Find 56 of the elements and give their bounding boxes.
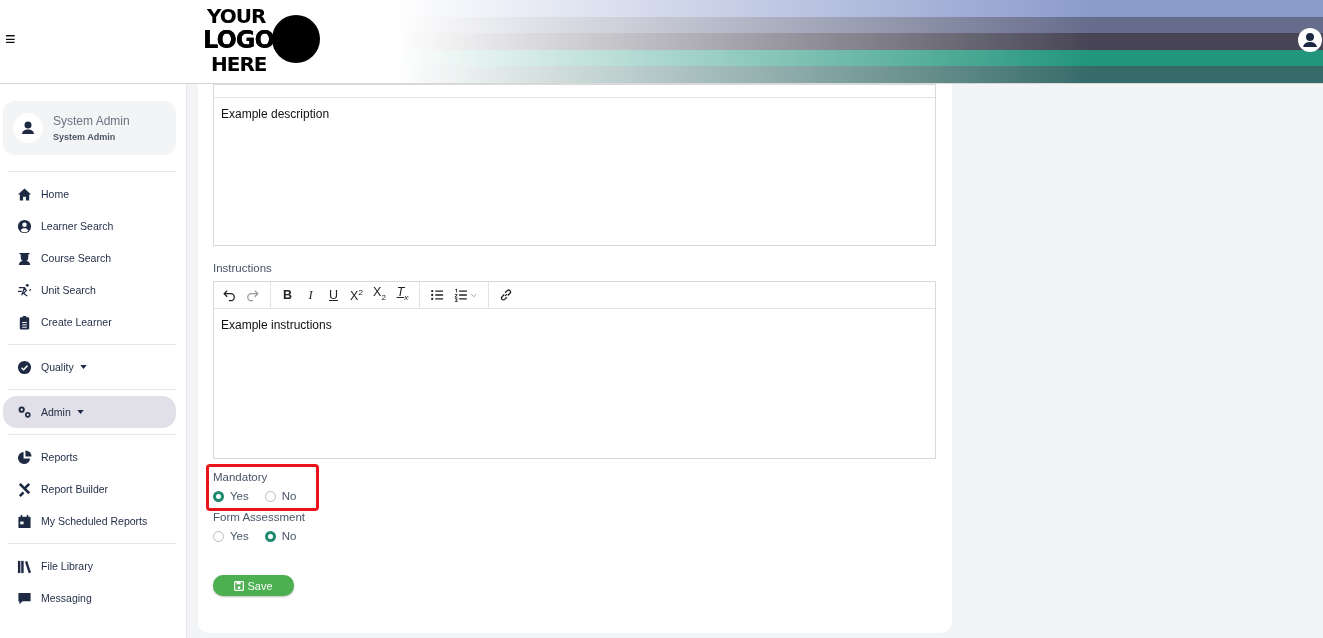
user-avatar-icon[interactable] <box>1298 28 1322 52</box>
nav-item[interactable]: Create Learner <box>3 306 176 338</box>
menu-icon[interactable]: ≡ <box>5 29 16 49</box>
nav-item[interactable]: Unit Search <box>3 274 176 306</box>
check-circle-icon <box>17 359 32 375</box>
nav-item[interactable]: My Scheduled Reports <box>3 505 176 537</box>
nav-item[interactable]: Reports <box>3 441 176 473</box>
format-button[interactable]: B <box>281 288 294 302</box>
home-icon <box>17 186 32 202</box>
radio-button[interactable] <box>264 530 276 542</box>
radio-label[interactable]: No <box>281 490 297 502</box>
logo-line: YOUR <box>207 5 266 27</box>
format-button[interactable]: U <box>327 288 340 302</box>
user-name: System Admin <box>53 114 130 128</box>
nav-item[interactable]: Messaging <box>3 582 176 614</box>
field-label: Instructions <box>213 262 272 274</box>
editor-text: Example instructions <box>221 318 332 332</box>
tools-icon <box>17 481 32 497</box>
format-button[interactable]: I <box>304 288 317 302</box>
calendar-icon <box>17 513 32 529</box>
chat-bubble-icon <box>17 590 32 606</box>
logo-circle-icon <box>272 15 320 63</box>
user-role: System Admin <box>53 132 117 142</box>
editor-text-area[interactable]: Example description <box>214 98 935 245</box>
nav-item[interactable]: Admin <box>3 396 176 428</box>
graduate-icon <box>17 250 32 266</box>
nav-item[interactable]: File Library <box>3 550 176 582</box>
clipboard-icon <box>17 314 32 330</box>
field-label: Form Assessment <box>213 511 306 523</box>
books-icon <box>17 558 32 574</box>
nav-item[interactable]: Report Builder <box>3 473 176 505</box>
pie-chart-icon <box>17 449 32 465</box>
radio-button[interactable] <box>213 490 224 502</box>
format-button[interactable]: X$^{2}$ <box>350 286 363 304</box>
format-button[interactable]: X$_{2}$ <box>373 285 386 305</box>
user-circle-icon <box>17 218 32 234</box>
link-icon[interactable] <box>499 288 513 302</box>
nav-item[interactable]: Home <box>3 178 176 210</box>
logo-line: HERE <box>211 53 267 75</box>
nav-item[interactable]: Learner Search <box>3 210 176 242</box>
radio-label[interactable]: Yes <box>230 490 249 502</box>
numbered-list-icon[interactable] <box>454 288 478 302</box>
radio-label[interactable]: Yes <box>230 530 249 542</box>
nav-item[interactable]: Course Search <box>3 242 176 274</box>
undo-icon[interactable] <box>222 288 236 302</box>
editor-text-area[interactable]: Example instructions <box>214 309 935 458</box>
user-avatar-icon <box>13 113 43 143</box>
format-button[interactable]: T$_{x}$ <box>396 285 409 305</box>
logo-line: LOGO <box>203 28 274 52</box>
gears-icon <box>17 404 32 420</box>
editor-text: Example description <box>221 107 330 121</box>
radio-label[interactable]: No <box>281 530 297 542</box>
bullet-list-icon[interactable] <box>430 288 444 302</box>
runner-icon <box>17 282 32 298</box>
field-label: Mandatory <box>213 471 268 483</box>
nav-item[interactable]: Quality <box>3 351 176 383</box>
